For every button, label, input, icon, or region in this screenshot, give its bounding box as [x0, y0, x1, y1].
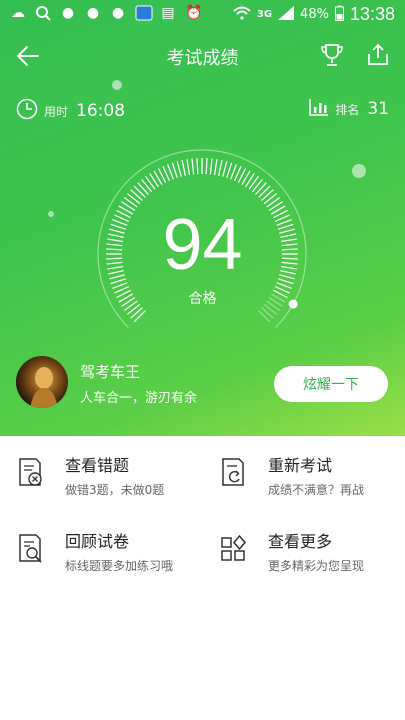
gauge-tick: [261, 307, 274, 319]
gauge-tick: [213, 159, 218, 176]
action-wrong-questions[interactable]: 查看错题 做错3题，未做0题: [0, 436, 202, 508]
share-icon[interactable]: [365, 42, 391, 68]
clock: 13:38: [349, 4, 395, 24]
user-title: 驾考车王: [80, 363, 141, 381]
alarm-icon: ⏰: [185, 5, 203, 21]
network-type: 3G: [256, 9, 273, 20]
gauge-tick: [258, 185, 271, 198]
retake-exam-icon: [219, 456, 249, 488]
title-bar: 考试成绩: [0, 36, 405, 76]
wifi-icon: [233, 6, 251, 24]
rank-label: 排名: [335, 102, 360, 117]
gauge-tick: [217, 159, 223, 176]
action-title: 查看更多: [268, 532, 333, 551]
battery-icon: [334, 5, 344, 25]
more-apps-icon: [219, 532, 249, 564]
show-off-button[interactable]: 炫耀一下: [274, 366, 388, 402]
action-retake-exam[interactable]: 重新考试 成绩不满意？再战: [203, 436, 405, 508]
clock-icon: [16, 98, 38, 124]
status-bar: ☁ ● ● ● ▤ ⏰ 3G 48% 13:38: [0, 0, 405, 32]
wechat-icon: ●: [111, 5, 125, 21]
gauge-tick: [133, 310, 146, 323]
battery-percent: 48%: [300, 7, 329, 22]
gauge-tick: [222, 161, 228, 177]
time-label: 用时: [44, 104, 69, 119]
bar-chart-icon: [309, 98, 329, 120]
gauge-tick: [191, 158, 195, 175]
gauge-tick: [171, 162, 178, 179]
action-title: 回顾试卷: [65, 532, 130, 551]
wrong-questions-icon: [16, 456, 46, 488]
trophy-icon[interactable]: [319, 42, 345, 68]
gauge-tick: [255, 182, 267, 195]
gauge-tick: [176, 161, 182, 177]
clipboard-icon: ▤: [161, 5, 175, 21]
action-title: 查看错题: [65, 456, 130, 475]
gauge-tick: [133, 185, 146, 198]
gauge-tick: [130, 307, 143, 319]
gauge-tick: [186, 159, 191, 176]
gauge-tick: [141, 178, 153, 193]
action-title: 重新考试: [268, 456, 333, 475]
action-subtitle: 成绩不满意？再战: [268, 483, 365, 497]
gauge-tick: [130, 189, 143, 201]
gauge-tick: [126, 193, 141, 205]
gauge-tick: [181, 159, 187, 176]
score-value: 94: [162, 205, 243, 285]
gauge-tick: [196, 158, 199, 175]
score-header: ☁ ● ● ● ▤ ⏰ 3G 48% 13:38 考试成绩 用时 16:08 排…: [0, 0, 405, 436]
action-subtitle: 做错3题，未做0题: [65, 483, 165, 497]
ranking[interactable]: 排名 31: [309, 98, 389, 120]
action-see-more[interactable]: 查看更多 更多精彩为您呈现: [203, 512, 405, 584]
action-subtitle: 更多精彩为您呈现: [268, 559, 365, 573]
gauge-tick: [226, 162, 233, 179]
gauge-tick: [205, 158, 208, 175]
gauge-tick: [209, 158, 213, 175]
gauge-tick: [261, 189, 274, 201]
weather-icon: ☁: [11, 5, 25, 21]
pass-status: 合格: [188, 291, 217, 307]
search-icon: [35, 5, 51, 21]
gauge-tick: [251, 178, 263, 193]
time-used: 用时 16:08: [16, 98, 125, 124]
user-motto: 人车合一，游刃有余: [80, 391, 198, 406]
gauge-tick: [263, 193, 278, 205]
gauge-tick: [137, 182, 149, 195]
action-subtitle: 标线题要多加练习哦: [65, 559, 174, 573]
wechat-icon: ●: [61, 5, 75, 21]
review-paper-icon: [16, 532, 46, 564]
avatar[interactable]: [16, 356, 68, 408]
time-value: 16:08: [76, 101, 126, 121]
signal-icon: [278, 5, 295, 24]
action-review-paper[interactable]: 回顾试卷 标线题要多加练习哦: [0, 512, 202, 584]
rank-value: 31: [367, 99, 389, 119]
wechat-icon: ●: [86, 5, 100, 21]
gauge-tick: [258, 310, 271, 323]
app-notification-icon: [135, 5, 153, 21]
